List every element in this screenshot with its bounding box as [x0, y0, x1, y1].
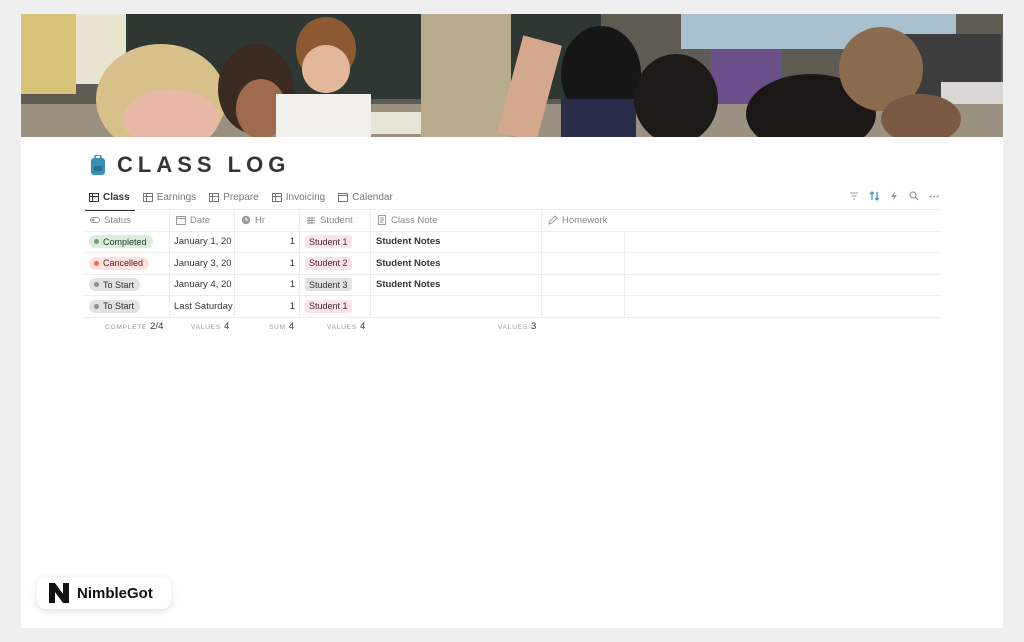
student-cell[interactable]: Student 1 [300, 231, 371, 252]
lightning-icon[interactable] [885, 187, 903, 205]
homework-cell[interactable] [542, 231, 625, 252]
status-cell[interactable]: To Start [84, 274, 170, 295]
pencil-icon [548, 215, 558, 226]
table-footer: COMPLETE 2/4 VALUES 4 SUM 4 VALUES 4 VAL… [84, 321, 940, 335]
classroom-photo [21, 14, 1003, 137]
student-cell[interactable]: Student 1 [300, 296, 371, 317]
brand-badge[interactable]: NimbleGot [37, 577, 171, 609]
empty-cell [625, 253, 940, 274]
tab-prepare[interactable]: Prepare [204, 186, 265, 208]
text-icon [378, 215, 386, 226]
empty-cell [625, 275, 940, 296]
status-dot [94, 282, 99, 288]
empty-cell [625, 296, 940, 317]
homework-cell[interactable] [542, 274, 625, 295]
status-dot [94, 239, 99, 245]
homework-cell[interactable] [542, 253, 625, 274]
page-header: CLASS LOG [91, 152, 290, 178]
date-cell[interactable]: January 4, 20 [170, 274, 235, 295]
table-header-row: Status Date Hr Student Class Note Homewo… [84, 210, 940, 232]
student-cell[interactable]: Student 2 [300, 253, 371, 274]
tab-label: Calendar [352, 191, 393, 203]
status-cell[interactable]: Cancelled [84, 253, 170, 274]
table-row[interactable]: To Start Last Saturday 1 Student 1 [84, 296, 940, 318]
status-cell[interactable]: To Start [84, 296, 170, 317]
multi-select-icon [307, 217, 315, 225]
status-badge: To Start [89, 278, 141, 292]
status-badge: Cancelled [89, 256, 150, 270]
student-tag: Student 2 [305, 256, 352, 270]
class-note-cell[interactable]: Student Notes [371, 253, 542, 274]
calendar-icon [176, 216, 186, 226]
tab-invoicing[interactable]: Invoicing [267, 186, 331, 208]
student-tag: Student 1 [305, 299, 352, 313]
filter-icon[interactable] [845, 187, 863, 205]
status-dot [94, 303, 99, 309]
column-header-date[interactable]: Date [170, 210, 235, 231]
tab-label: Prepare [223, 191, 259, 203]
table-icon [142, 192, 153, 202]
tab-class[interactable]: Class [84, 186, 136, 211]
status-badge: Completed [89, 235, 153, 249]
search-icon[interactable] [905, 187, 923, 205]
hr-cell[interactable]: 1 [235, 296, 300, 317]
aggregate-class-note[interactable]: VALUES 3 [498, 321, 536, 332]
nimblegot-logo [49, 583, 69, 603]
cover-image [21, 14, 1003, 137]
more-icon[interactable] [925, 187, 943, 205]
hr-cell[interactable]: 1 [235, 253, 300, 274]
student-tag: Student 1 [305, 235, 352, 249]
backpack-icon [91, 154, 105, 175]
column-header-student[interactable]: Student [300, 210, 371, 231]
sort-icon[interactable] [865, 187, 883, 205]
table-row[interactable]: Completed January 1, 20 1 Student 1 Stud… [84, 231, 940, 253]
empty-cell [625, 232, 940, 253]
aggregate-date[interactable]: VALUES 4 [191, 321, 229, 332]
column-header-homework[interactable]: Homework [542, 210, 940, 231]
status-cell[interactable]: Completed [84, 231, 170, 252]
class-table: Status Date Hr Student Class Note Homewo… [84, 210, 940, 318]
calendar-icon [338, 192, 349, 202]
class-note-cell[interactable]: Student Notes [371, 231, 542, 252]
tab-earnings[interactable]: Earnings [138, 186, 202, 208]
tab-label: Class [103, 191, 130, 203]
date-cell[interactable]: January 3, 20 [170, 253, 235, 274]
aggregate-student[interactable]: VALUES 4 [327, 321, 365, 332]
table-icon [209, 192, 220, 202]
hr-cell[interactable]: 1 [235, 274, 300, 295]
homework-cell[interactable] [542, 296, 625, 317]
column-header-class-note[interactable]: Class Note [371, 210, 542, 231]
view-tabs: Class Earnings Prepare Invoicing Calenda… [84, 186, 401, 211]
status-icon [90, 217, 100, 224]
aggregate-status[interactable]: COMPLETE 2/4 [105, 321, 163, 332]
tab-label: Earnings [156, 191, 197, 203]
view-toolbar [843, 187, 943, 205]
class-note-cell[interactable] [371, 296, 542, 317]
table-icon [271, 192, 282, 202]
student-cell[interactable]: Student 3 [300, 274, 371, 295]
page-title: CLASS LOG [117, 152, 291, 177]
clock-icon [241, 216, 251, 225]
column-header-status[interactable]: Status [84, 210, 170, 231]
table-row[interactable]: Cancelled January 3, 20 1 Student 2 Stud… [84, 253, 940, 275]
aggregate-hr[interactable]: SUM 4 [269, 321, 294, 332]
page-frame: CLASS LOG Class Earnings Prepare Invoici… [21, 14, 1003, 628]
hr-cell[interactable]: 1 [235, 231, 300, 252]
table-row[interactable]: To Start January 4, 20 1 Student 3 Stude… [84, 274, 940, 296]
tab-calendar[interactable]: Calendar [333, 186, 399, 208]
tab-label: Invoicing [285, 191, 326, 203]
column-header-hr[interactable]: Hr [235, 210, 300, 231]
date-cell[interactable]: Last Saturday [170, 296, 235, 317]
status-dot [94, 260, 99, 266]
status-badge: To Start [89, 299, 141, 313]
class-note-cell[interactable]: Student Notes [371, 274, 542, 295]
date-cell[interactable]: January 1, 20 [170, 231, 235, 252]
brand-name: NimbleGot [77, 584, 153, 602]
table-icon [89, 192, 99, 202]
student-tag: Student 3 [305, 278, 352, 292]
